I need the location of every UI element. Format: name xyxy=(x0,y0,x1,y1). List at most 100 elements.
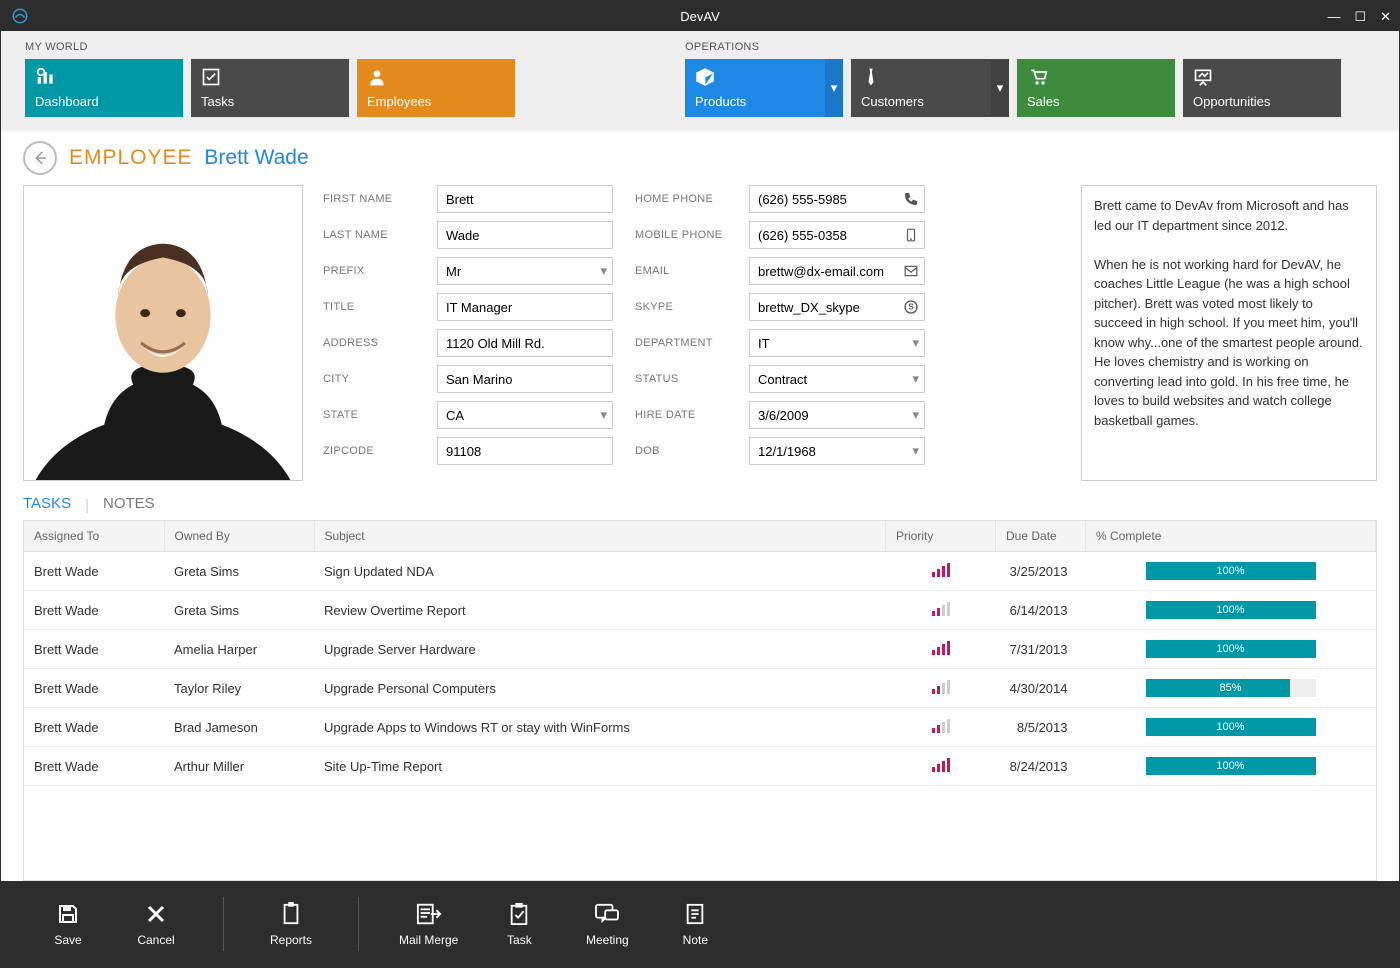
progress-bar: 85% xyxy=(1146,679,1316,697)
chart-icon xyxy=(35,67,173,87)
arrow-left-icon xyxy=(31,149,49,167)
input-city[interactable] xyxy=(437,365,613,393)
mobile-icon[interactable] xyxy=(901,225,921,245)
input-first_name[interactable] xyxy=(437,185,613,213)
col-assigned[interactable]: Assigned To xyxy=(24,521,164,552)
table-row[interactable]: Brett WadeAmelia HarperUpgrade Server Ha… xyxy=(24,630,1376,669)
person-icon xyxy=(367,67,505,87)
label-dob: DOB xyxy=(635,445,739,457)
label-mobile_phone: MOBILE PHONE xyxy=(635,229,739,241)
cancel-button[interactable]: Cancel xyxy=(129,901,183,947)
priority-bars-icon xyxy=(932,719,950,733)
ribbon: MY WORLDDashboardTasksEmployeesOPERATION… xyxy=(1,31,1399,131)
progress-bar: 100% xyxy=(1146,640,1316,658)
input-title[interactable] xyxy=(437,293,613,321)
window-title: DevAV xyxy=(680,9,720,24)
save-button[interactable]: Save xyxy=(41,901,95,947)
label-status: STATUS xyxy=(635,373,739,385)
titlebar: DevAV — ☐ ✕ xyxy=(1,1,1399,31)
input-state[interactable] xyxy=(437,401,613,429)
table-row[interactable]: Brett WadeGreta SimsSign Updated NDA3/25… xyxy=(24,552,1376,591)
tile-sales[interactable]: Sales xyxy=(1017,59,1175,117)
tile-products[interactable]: Products▾ xyxy=(685,59,843,117)
col-due[interactable]: Due Date xyxy=(996,521,1086,552)
phone-icon[interactable] xyxy=(901,189,921,209)
footer-label: Mail Merge xyxy=(399,933,458,947)
note-button[interactable]: Note xyxy=(668,901,722,947)
col-priority[interactable]: Priority xyxy=(886,521,996,552)
app-icon xyxy=(11,7,29,25)
label-last_name: LAST NAME xyxy=(323,229,427,241)
label-address: ADDRESS xyxy=(323,337,427,349)
table-row[interactable]: Brett WadeArthur MillerSite Up-Time Repo… xyxy=(24,747,1376,786)
box-icon xyxy=(695,67,819,87)
label-state: STATE xyxy=(323,409,427,421)
tile-opportunities[interactable]: Opportunities xyxy=(1183,59,1341,117)
tab-tasks[interactable]: TASKS xyxy=(23,495,71,516)
tile-dashboard[interactable]: Dashboard xyxy=(25,59,183,117)
tile-label: Sales xyxy=(1027,94,1165,109)
input-department[interactable] xyxy=(749,329,925,357)
input-home_phone[interactable] xyxy=(749,185,925,213)
minimize-button[interactable]: — xyxy=(1327,10,1340,23)
ribbon-group-label: OPERATIONS xyxy=(685,41,1341,53)
input-status[interactable] xyxy=(749,365,925,393)
progress-bar: 100% xyxy=(1146,601,1316,619)
tile-tasks[interactable]: Tasks xyxy=(191,59,349,117)
input-last_name[interactable] xyxy=(437,221,613,249)
col-complete[interactable]: % Complete xyxy=(1086,521,1376,552)
tab-notes[interactable]: NOTES xyxy=(103,495,155,516)
reports-button[interactable]: Reports xyxy=(264,901,318,947)
priority-bars-icon xyxy=(932,563,950,577)
chevron-down-icon[interactable]: ▾ xyxy=(825,59,843,117)
label-title: TITLE xyxy=(323,301,427,313)
mail_merge-button[interactable]: Mail Merge xyxy=(399,901,458,947)
mail-icon[interactable] xyxy=(901,261,921,281)
table-row[interactable]: Brett WadeGreta SimsReview Overtime Repo… xyxy=(24,591,1376,630)
tile-label: Opportunities xyxy=(1193,94,1331,109)
input-mobile_phone[interactable] xyxy=(749,221,925,249)
tile-label: Customers xyxy=(861,94,985,109)
meeting-icon xyxy=(594,901,620,927)
input-skype[interactable] xyxy=(749,293,925,321)
meeting-button[interactable]: Meeting xyxy=(580,901,634,947)
footer-label: Note xyxy=(683,933,708,947)
maximize-button[interactable]: ☐ xyxy=(1354,10,1366,23)
table-row[interactable]: Brett WadeBrad JamesonUpgrade Apps to Wi… xyxy=(24,708,1376,747)
progress-bar: 100% xyxy=(1146,718,1316,736)
note-icon xyxy=(684,901,706,927)
label-department: DEPARTMENT xyxy=(635,337,739,349)
skype-icon[interactable]: S xyxy=(901,297,921,317)
progress-bar: 100% xyxy=(1146,562,1316,580)
footer-toolbar: Save Cancel Reports Mail Merge Task Meeting… xyxy=(1,881,1399,967)
reports-icon xyxy=(280,901,302,927)
label-hire_date: HIRE DATE xyxy=(635,409,739,421)
input-zipcode[interactable] xyxy=(437,437,613,465)
input-dob[interactable] xyxy=(749,437,925,465)
tile-customers[interactable]: Customers ▾ xyxy=(851,59,1009,117)
input-hire_date[interactable] xyxy=(749,401,925,429)
close-button[interactable]: ✕ xyxy=(1380,10,1391,23)
priority-bars-icon xyxy=(932,602,950,616)
label-skype: SKYPE xyxy=(635,301,739,313)
table-row[interactable]: Brett WadeTaylor RileyUpgrade Personal C… xyxy=(24,669,1376,708)
tile-employees[interactable]: Employees xyxy=(357,59,515,117)
chevron-down-icon[interactable]: ▾ xyxy=(991,59,1009,117)
col-subject[interactable]: Subject xyxy=(314,521,886,552)
bio-text: Brett came to DevAv from Microsoft and h… xyxy=(1081,185,1377,481)
tasks-grid: Assigned ToOwned BySubjectPriorityDue Da… xyxy=(23,520,1377,881)
footer-label: Task xyxy=(507,933,532,947)
back-button[interactable] xyxy=(23,141,57,175)
col-owned[interactable]: Owned By xyxy=(164,521,314,552)
input-address[interactable] xyxy=(437,329,613,357)
progress-bar: 100% xyxy=(1146,757,1316,775)
footer-label: Meeting xyxy=(586,933,629,947)
presentation-icon xyxy=(1193,67,1331,87)
label-zipcode: ZIPCODE xyxy=(323,445,427,457)
label-prefix: PREFIX xyxy=(323,265,427,277)
task-button[interactable]: Task xyxy=(492,901,546,947)
input-email[interactable] xyxy=(749,257,925,285)
label-city: CITY xyxy=(323,373,427,385)
input-prefix[interactable] xyxy=(437,257,613,285)
footer-label: Save xyxy=(54,933,81,947)
